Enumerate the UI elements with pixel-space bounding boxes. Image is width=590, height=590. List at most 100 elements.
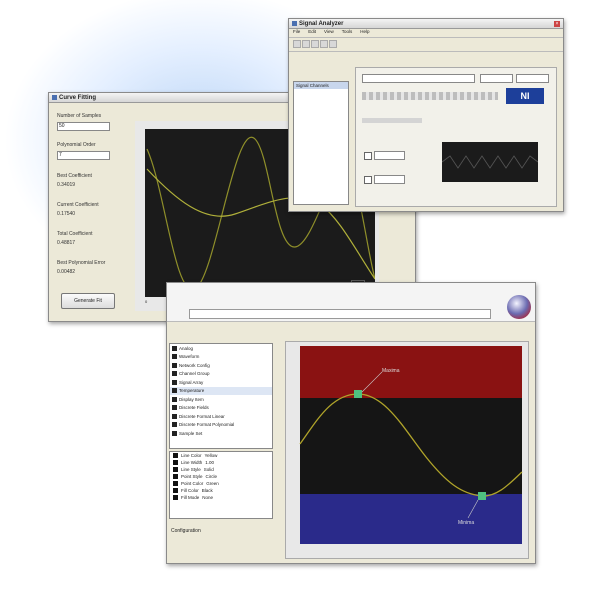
tree-item[interactable]: Channel Group (170, 370, 272, 379)
tree-item-label: Discrete Format Polynomial (179, 422, 235, 428)
toolbar-button[interactable] (302, 40, 310, 48)
settings-field[interactable] (362, 74, 475, 83)
order-input[interactable]: 7 (57, 151, 110, 160)
tree-item-selected[interactable]: Temperature (170, 386, 272, 395)
option-row (362, 118, 422, 123)
tree-item-label: Network Config (179, 362, 210, 368)
property-name: Point Color (181, 481, 204, 486)
lower-band (300, 494, 522, 544)
max-marker (354, 390, 362, 398)
mini-waveform-svg (442, 155, 538, 169)
tree-item[interactable]: Waveform (170, 353, 272, 362)
property-row[interactable]: Line Style Solid (170, 466, 272, 473)
menu-file[interactable]: File (293, 29, 300, 37)
analyzer-window: Signal Analyzer × File Edit View Tools H… (288, 18, 564, 212)
tree-item[interactable]: Analog (170, 344, 272, 353)
option-field[interactable] (374, 151, 405, 160)
property-value: Green (206, 481, 219, 486)
property-grid: Line Color Yellow Line Width 1.00 Line Sty… (169, 451, 273, 519)
property-name: Line Width (181, 460, 203, 465)
app-icon (292, 21, 297, 26)
current-coef-value: 0.17540 (57, 211, 76, 217)
tree-item[interactable]: Discrete Format Linear (170, 412, 272, 421)
settings-panel: NI (355, 67, 557, 207)
samples-input[interactable]: 50 (57, 122, 110, 131)
analyzer-titlebar[interactable]: Signal Analyzer × (289, 19, 563, 29)
path-field[interactable] (189, 309, 491, 319)
option-field[interactable] (374, 175, 405, 184)
min-annotation-label: Minima (458, 520, 474, 526)
tree-item[interactable]: Discrete Fields (170, 404, 272, 413)
property-name: Point Style (181, 474, 203, 479)
current-coef-label: Current Coefficient (57, 202, 99, 208)
node-icon (172, 396, 177, 402)
upper-band (300, 346, 522, 398)
app-icon (52, 95, 57, 100)
property-row[interactable]: Point Color Green (170, 480, 272, 487)
poly-error-value: 0.00482 (57, 269, 76, 275)
window-title: Signal Analyzer (299, 20, 344, 27)
mini-waveform (442, 155, 538, 169)
tree-item-label: Sample Set (179, 430, 203, 436)
tree-header[interactable]: Signal Channels (294, 82, 348, 89)
node-icon (172, 430, 177, 436)
checkbox[interactable] (364, 176, 372, 184)
property-name: Fill Color (181, 488, 199, 493)
x-tick: 0 (145, 299, 148, 304)
tree-item[interactable]: Signal Array (170, 378, 272, 387)
waveform-config-window: Analog Waveform Network Config Channel G… (166, 282, 536, 564)
settings-field[interactable] (516, 74, 549, 83)
poly-error-label: Best Polynomial Error (57, 260, 106, 266)
toolbar-button[interactable] (320, 40, 328, 48)
property-swatch (173, 467, 178, 472)
property-swatch (173, 474, 178, 479)
property-value: 1.00 (205, 460, 215, 465)
node-icon (172, 413, 177, 419)
property-row[interactable]: Fill Mode None (170, 494, 272, 501)
menu-edit[interactable]: Edit (308, 29, 316, 37)
toolbar-button[interactable] (329, 40, 337, 48)
node-icon (172, 371, 177, 377)
tree-item-label: Channel Group (179, 371, 210, 377)
toolbar-button[interactable] (293, 40, 301, 48)
property-value: Black (201, 488, 213, 493)
tree-item-label: Temperature (179, 388, 205, 394)
close-icon[interactable]: × (554, 20, 560, 27)
total-coef-value: 0.48817 (57, 240, 76, 246)
generate-fit-button[interactable]: Generate Fit (61, 293, 115, 309)
tree-item[interactable]: Sample Set (170, 429, 272, 438)
tree-item-label: Waveform (179, 354, 200, 360)
best-coef-label: Best Coefficient (57, 173, 92, 179)
node-icon (172, 345, 177, 351)
tree-item-label: Discrete Fields (179, 405, 209, 411)
middle-band (300, 398, 522, 494)
tree-item-label: Analog (179, 345, 194, 351)
top-strip (167, 283, 535, 322)
total-coef-label: Total Coefficient (57, 231, 93, 237)
tree-item[interactable]: Discrete Format Polynomial (170, 421, 272, 430)
property-row[interactable]: Fill Color Black (170, 487, 272, 494)
item-tree: Analog Waveform Network Config Channel G… (169, 343, 273, 449)
menu-bar: File Edit View Tools Help (289, 29, 563, 38)
property-name: Line Style (181, 467, 201, 472)
ni-logo: NI (506, 88, 544, 104)
menu-help[interactable]: Help (360, 29, 369, 37)
settings-field[interactable] (480, 74, 513, 83)
property-row[interactable]: Point Style Circle (170, 473, 272, 480)
tree-item[interactable]: Network Config (170, 361, 272, 370)
toolbar-button[interactable] (311, 40, 319, 48)
node-icon (172, 379, 177, 385)
node-icon (172, 405, 177, 411)
toolbar (289, 38, 563, 52)
property-value: Solid (203, 467, 214, 472)
menu-tools[interactable]: Tools (342, 29, 353, 37)
menu-view[interactable]: View (324, 29, 334, 37)
property-row[interactable]: Line Width 1.00 (170, 459, 272, 466)
tree-item[interactable]: Display Item (170, 395, 272, 404)
property-name: Fill Mode (181, 495, 200, 500)
property-row[interactable]: Line Color Yellow (170, 452, 272, 459)
checkbox[interactable] (364, 152, 372, 160)
tree-item-label: Discrete Format Linear (179, 413, 225, 419)
samples-label: Number of Samples (57, 113, 102, 119)
status-label: Configuration (171, 528, 201, 534)
